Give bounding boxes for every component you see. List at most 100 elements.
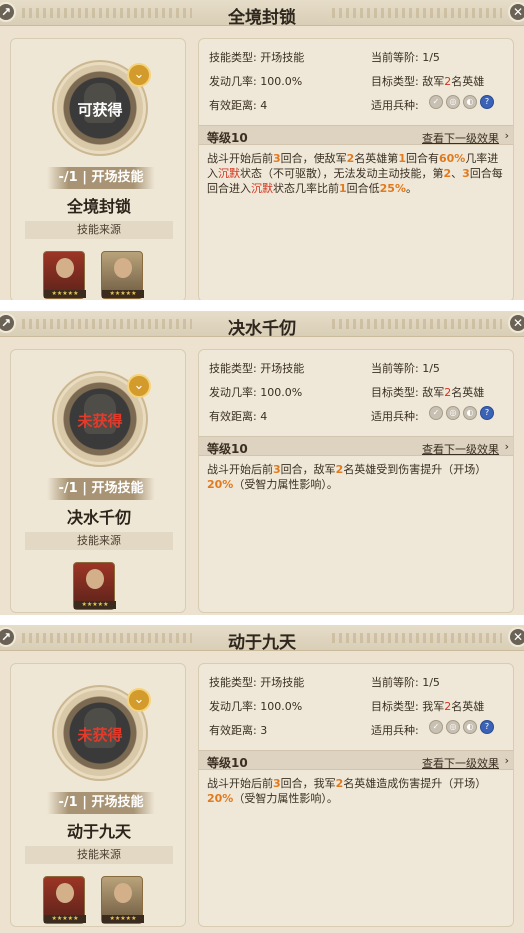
chevron-right-icon[interactable]: › bbox=[505, 440, 509, 453]
unit-type-row: 适用兵种: bbox=[371, 410, 419, 423]
skill-name: 决水千仞 bbox=[66, 508, 131, 527]
description-segment: 20% bbox=[207, 792, 234, 805]
chevron-right-icon[interactable]: › bbox=[505, 754, 509, 767]
current-rank-row: 当前等阶: 1/5 bbox=[371, 676, 440, 689]
close-icon[interactable]: ✕ bbox=[508, 627, 524, 647]
title-bar: 决水千仞 ↗ ✕ bbox=[0, 311, 524, 339]
description-segment: 名英雄受到伤害提升（开场） bbox=[343, 463, 487, 476]
current-rank-row: 当前等阶: 1/5 bbox=[371, 362, 440, 375]
level-bar: 等级10 查看下一级效果 › bbox=[199, 750, 513, 770]
description-segment: 、 bbox=[451, 167, 463, 180]
description-segment: 60% bbox=[438, 152, 466, 165]
hero-portrait[interactable]: ★★★★★ bbox=[43, 251, 86, 299]
help-icon[interactable]: ? bbox=[480, 406, 494, 420]
star-rating-icon: ★★★★★ bbox=[102, 290, 144, 298]
star-rating-icon: ★★★★★ bbox=[74, 601, 116, 609]
description-segment: 3 bbox=[273, 463, 281, 476]
range-row: 有效距离: 4 bbox=[209, 99, 268, 112]
level-label: 等级10 bbox=[207, 131, 248, 145]
description-segment: 3 bbox=[273, 152, 281, 165]
description-segment: 名英雄第 bbox=[354, 152, 399, 165]
skill-card: 可获得 ⌄ -/1 | 开场技能 全境封锁 技能来源 ★★★★★ ★★★★★ bbox=[10, 38, 186, 300]
panel-title: 全境封锁 bbox=[228, 8, 296, 28]
unit-cavalry-icon: ✓ bbox=[429, 95, 443, 109]
description-segment: 沉默 bbox=[218, 167, 240, 180]
chevron-down-icon[interactable]: ⌄ bbox=[127, 688, 151, 712]
skill-name: 全境封锁 bbox=[66, 197, 131, 216]
star-rating-icon: ★★★★★ bbox=[44, 915, 86, 923]
skill-description: 战斗开始后前3回合，敌军2名英雄受到伤害提升（开场）20%（受智力属性影响）。 bbox=[207, 462, 507, 492]
unit-cavalry-icon: ✓ bbox=[429, 406, 443, 420]
level-label: 等级10 bbox=[207, 442, 248, 456]
hero-portrait[interactable]: ★★★★★ bbox=[73, 562, 116, 610]
next-level-link[interactable]: 查看下一级效果 bbox=[422, 130, 499, 146]
hero-portrait[interactable]: ★★★★★ bbox=[43, 876, 86, 924]
skill-tag: -/1 | 开场技能 bbox=[47, 792, 155, 814]
unit-bow-icon: ◐ bbox=[463, 720, 477, 734]
trigger-rate-row: 发动几率: 100.0% bbox=[209, 386, 303, 399]
unit-type-row: 适用兵种: bbox=[371, 724, 419, 737]
description-segment: 3 bbox=[462, 167, 470, 180]
unit-bow-icon: ◐ bbox=[463, 95, 477, 109]
unit-shield-icon: ◎ bbox=[446, 406, 460, 420]
panel-title: 决水千仞 bbox=[228, 319, 296, 339]
description-segment: 战斗开始后前 bbox=[207, 463, 273, 476]
hero-face-icon bbox=[56, 258, 74, 278]
title-bar: 全境封锁 ↗ ✕ bbox=[0, 0, 524, 28]
next-level-link[interactable]: 查看下一级效果 bbox=[422, 755, 499, 771]
help-icon[interactable]: ? bbox=[480, 720, 494, 734]
panel-title: 动于九天 bbox=[228, 633, 296, 653]
close-icon[interactable]: ✕ bbox=[508, 313, 524, 333]
description-segment: （受智力属性影响）。 bbox=[233, 792, 338, 805]
target-type-row: 目标类型: 我军2名英雄 bbox=[371, 700, 485, 713]
chevron-down-icon[interactable]: ⌄ bbox=[127, 63, 151, 87]
skill-info-card: 技能类型: 开场技能 当前等阶: 1/5 发动几率: 100.0% 目标类型: … bbox=[198, 663, 514, 927]
chevron-down-icon[interactable]: ⌄ bbox=[127, 374, 151, 398]
description-segment: 回合有 bbox=[405, 152, 439, 165]
unit-shield-icon: ◎ bbox=[446, 95, 460, 109]
description-segment: 25% bbox=[379, 182, 406, 195]
source-label: 技能来源 bbox=[25, 221, 173, 239]
hero-face-icon bbox=[114, 258, 132, 278]
unit-type-row: 适用兵种: bbox=[371, 99, 419, 112]
skill-panel: 动于九天 ↗ ✕ 未获得 ⌄ -/1 | 开场技能 动于九天 技能来源 ★★★★… bbox=[0, 625, 524, 933]
skill-card: 未获得 ⌄ -/1 | 开场技能 决水千仞 技能来源 ★★★★★ bbox=[10, 349, 186, 613]
hero-portrait[interactable]: ★★★★★ bbox=[101, 876, 144, 924]
description-segment: 回合，敌军 bbox=[280, 463, 336, 476]
chevron-right-icon[interactable]: › bbox=[505, 129, 509, 142]
skill-tag: -/1 | 开场技能 bbox=[47, 478, 155, 500]
hero-face-icon bbox=[114, 883, 132, 903]
skill-description: 战斗开始后前3回合，我军2名英雄造成伤害提升（开场）20%（受智力属性影响）。 bbox=[207, 776, 507, 806]
description-segment: 沉默 bbox=[251, 182, 273, 195]
skill-info-card: 技能类型: 开场技能 当前等阶: 1/5 发动几率: 100.0% 目标类型: … bbox=[198, 349, 514, 613]
description-segment: 2 bbox=[443, 167, 452, 180]
unit-cavalry-icon: ✓ bbox=[429, 720, 443, 734]
help-icon[interactable]: ? bbox=[480, 95, 494, 109]
hero-face-icon bbox=[86, 569, 104, 589]
close-icon[interactable]: ✕ bbox=[508, 2, 524, 22]
skill-type-row: 技能类型: 开场技能 bbox=[209, 51, 305, 64]
description-segment: 3 bbox=[273, 777, 281, 790]
skill-tag: -/1 | 开场技能 bbox=[47, 167, 155, 189]
range-row: 有效距离: 3 bbox=[209, 724, 268, 737]
skill-card: 未获得 ⌄ -/1 | 开场技能 动于九天 技能来源 ★★★★★ ★★★★★ bbox=[10, 663, 186, 927]
target-type-row: 目标类型: 敌军2名英雄 bbox=[371, 386, 485, 399]
skill-type-row: 技能类型: 开场技能 bbox=[209, 676, 305, 689]
unit-shield-icon: ◎ bbox=[446, 720, 460, 734]
source-label: 技能来源 bbox=[25, 532, 173, 550]
next-level-link[interactable]: 查看下一级效果 bbox=[422, 441, 499, 457]
skill-type-row: 技能类型: 开场技能 bbox=[209, 362, 305, 375]
acquire-status: 未获得 bbox=[77, 726, 123, 744]
level-bar: 等级10 查看下一级效果 › bbox=[199, 125, 513, 145]
hero-face-icon bbox=[56, 883, 74, 903]
source-label: 技能来源 bbox=[25, 846, 173, 864]
skill-panel: 决水千仞 ↗ ✕ 未获得 ⌄ -/1 | 开场技能 决水千仞 技能来源 ★★★★… bbox=[0, 311, 524, 615]
skill-name: 动于九天 bbox=[66, 822, 131, 841]
description-segment: 1 bbox=[398, 152, 406, 165]
level-bar: 等级10 查看下一级效果 › bbox=[199, 436, 513, 456]
unit-icons: ✓ ◎ ◐ ? bbox=[429, 720, 494, 734]
star-rating-icon: ★★★★★ bbox=[102, 915, 144, 923]
hero-portrait[interactable]: ★★★★★ bbox=[101, 251, 144, 299]
current-rank-row: 当前等阶: 1/5 bbox=[371, 51, 440, 64]
skill-info-card: 技能类型: 开场技能 当前等阶: 1/5 发动几率: 100.0% 目标类型: … bbox=[198, 38, 514, 300]
